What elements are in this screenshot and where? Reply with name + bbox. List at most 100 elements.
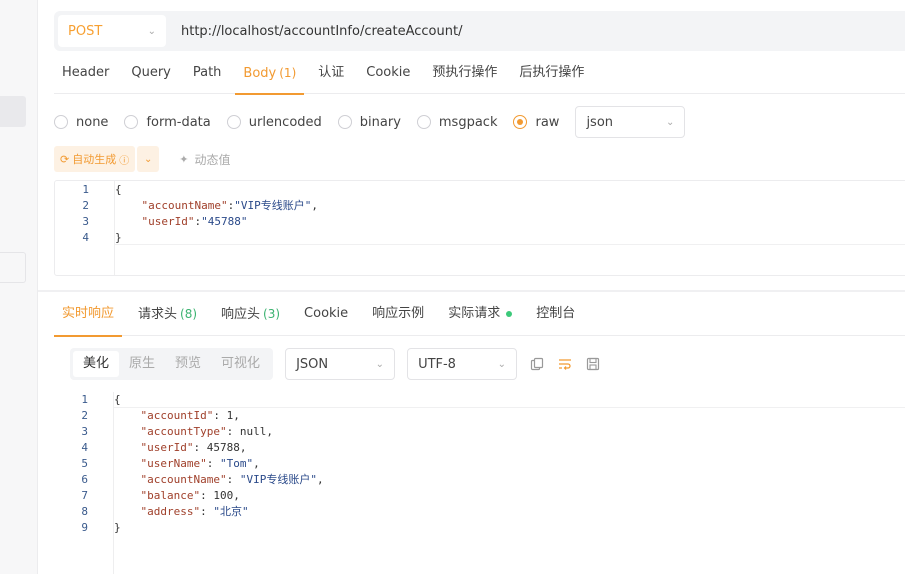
view-mode-3[interactable]: 可视化	[211, 351, 270, 377]
response-body-viewer[interactable]: 1 {2 "accountId": 1, 3 "accountType": null…	[54, 392, 905, 574]
autogen-label: 自动生成	[72, 153, 117, 166]
body-type-radios: none form-data urlencoded binary msgpack raw j…	[54, 106, 686, 138]
chevron-down-icon: ⌄	[144, 153, 153, 165]
response-tab-1[interactable]: 请求头 (8)	[130, 298, 205, 336]
encoding-label: UTF-8	[418, 356, 456, 372]
tab-4[interactable]: 认证	[310, 60, 352, 94]
tab-0[interactable]: Header	[54, 60, 117, 94]
response-tab-5[interactable]: 实际请求	[440, 298, 520, 336]
line-number: 6	[81, 473, 88, 486]
code-line: "userName": "Tom",	[140, 457, 260, 470]
tab-label: 认证	[318, 65, 345, 80]
radio-form-data[interactable]: form-data	[124, 115, 211, 130]
radio-circle[interactable]	[513, 115, 528, 129]
radio-urlencoded[interactable]: urlencoded	[226, 114, 322, 130]
code-line: "accountType": null,	[140, 425, 273, 438]
tab-label: 实际请求	[448, 306, 501, 321]
chevron-down-icon: ⌄	[147, 25, 156, 37]
radio-raw[interactable]: raw	[513, 115, 559, 130]
line-number: 1	[81, 393, 88, 406]
radio-circle[interactable]	[54, 115, 68, 129]
request-tabs: Header Query Path Body (1) 认证 Cookie 预执行操作 后执行操作	[54, 60, 905, 95]
save-icon[interactable]	[585, 356, 601, 372]
code-line: "userId": 45788,	[140, 441, 247, 454]
method-select[interactable]: POST ⌄	[58, 15, 166, 47]
tab-count: (3)	[263, 307, 281, 321]
tab-label: 请求头	[138, 307, 178, 322]
response-tab-3[interactable]: Cookie	[296, 298, 356, 336]
request-body-editor[interactable]: 1 {2 "accountName":"VIP专线账户", 3 "userId":"…	[54, 180, 905, 276]
request-panel: POST ⌄ Header Query Path Body(1) 认证 Cookie 预执行…	[38, 0, 905, 574]
response-tab-0[interactable]: 实时响应	[54, 298, 123, 337]
refresh-icon: ⟳	[60, 152, 70, 166]
status-dot	[506, 310, 513, 317]
sidebar-selected-item[interactable]	[0, 96, 26, 127]
tab-label: 后执行操作	[519, 65, 585, 80]
app-window: POST ⌄ Header Query Path Body(1) 认证 Cookie 预执行…	[0, 0, 905, 574]
view-mode-2[interactable]: 预览	[165, 351, 211, 377]
response-format-label: JSON	[296, 356, 329, 372]
radio-label: msgpack	[438, 114, 498, 130]
autogen-row: ⟳ 自动生成 ⓘ ⌄ ✦ 动态值	[54, 146, 230, 172]
magic-icon: ✦	[179, 152, 189, 166]
response-actions	[529, 356, 613, 372]
radio-circle[interactable]	[337, 115, 352, 129]
copy-icon[interactable]	[529, 356, 545, 372]
radio-circle[interactable]	[226, 115, 241, 129]
line-number: 3	[82, 215, 89, 228]
code-line: "accountId": 1,	[140, 409, 240, 422]
encoding-select[interactable]: UTF-8 ⌄	[407, 348, 518, 380]
radio-none[interactable]: none	[54, 115, 108, 130]
tab-label: Path	[192, 65, 222, 80]
radio-label: raw	[535, 114, 560, 130]
view-mode-0[interactable]: 美化	[73, 351, 120, 377]
line-number: 4	[82, 231, 89, 244]
dynamic-value-button[interactable]: ✦ 动态值	[179, 151, 230, 168]
tab-6[interactable]: 预执行操作	[424, 60, 505, 94]
radio-binary[interactable]: binary	[337, 115, 401, 130]
line-number: 4	[81, 441, 88, 454]
code-line: }	[114, 521, 121, 534]
line-number: 2	[82, 199, 89, 212]
response-tab-2[interactable]: 响应头 (3)	[213, 298, 288, 336]
body-format-select[interactable]: json ⌄	[575, 106, 686, 138]
line-number: 2	[81, 409, 88, 422]
view-mode-switch: 美化 原生 预览 可视化	[70, 348, 274, 380]
sidebar-item[interactable]	[0, 252, 26, 283]
tab-count: (1)	[279, 66, 297, 80]
radio-circle[interactable]	[416, 115, 431, 129]
tab-5[interactable]: Cookie	[358, 60, 418, 94]
tab-label: Body	[243, 66, 277, 81]
response-tab-4[interactable]: 响应示例	[364, 298, 432, 336]
tab-label: Header	[62, 65, 110, 80]
response-tab-6[interactable]: 控制台	[528, 298, 583, 336]
response-tabs: 实时响应 请求头 (8) 响应头 (3) Cookie 响应示例 实际请求 控制台	[54, 298, 905, 337]
radio-label: urlencoded	[248, 114, 322, 130]
code-line: {	[114, 393, 121, 406]
radio-circle[interactable]	[124, 115, 139, 129]
body-format-label: json	[586, 114, 614, 130]
tab-count: (8)	[180, 307, 198, 321]
wrap-lines-icon[interactable]	[557, 356, 573, 372]
response-format-select[interactable]: JSON ⌄	[285, 348, 396, 380]
autogen-button[interactable]: ⟳ 自动生成 ⓘ	[54, 146, 136, 172]
line-number: 5	[81, 457, 88, 470]
editor-divider	[115, 244, 905, 245]
url-input[interactable]	[181, 23, 781, 39]
radio-msgpack[interactable]: msgpack	[416, 114, 498, 130]
tab-3[interactable]: Body (1)	[235, 60, 305, 95]
tab-label: Cookie	[366, 65, 411, 80]
autogen-dropdown-button[interactable]: ⌄	[137, 146, 160, 172]
section-divider	[38, 290, 905, 292]
code-line: "address": "北京"	[140, 505, 249, 518]
line-number: 3	[81, 425, 88, 438]
tab-label: 响应示例	[372, 306, 425, 321]
tab-7[interactable]: 后执行操作	[511, 60, 592, 94]
tab-label: 预执行操作	[432, 65, 498, 80]
help-icon: ⓘ	[119, 155, 130, 167]
tab-1[interactable]: Query	[123, 60, 179, 94]
tab-2[interactable]: Path	[185, 60, 230, 94]
chevron-down-icon: ⌄	[497, 358, 507, 370]
tab-label: 实时响应	[62, 306, 115, 321]
view-mode-1[interactable]: 原生	[119, 351, 165, 377]
